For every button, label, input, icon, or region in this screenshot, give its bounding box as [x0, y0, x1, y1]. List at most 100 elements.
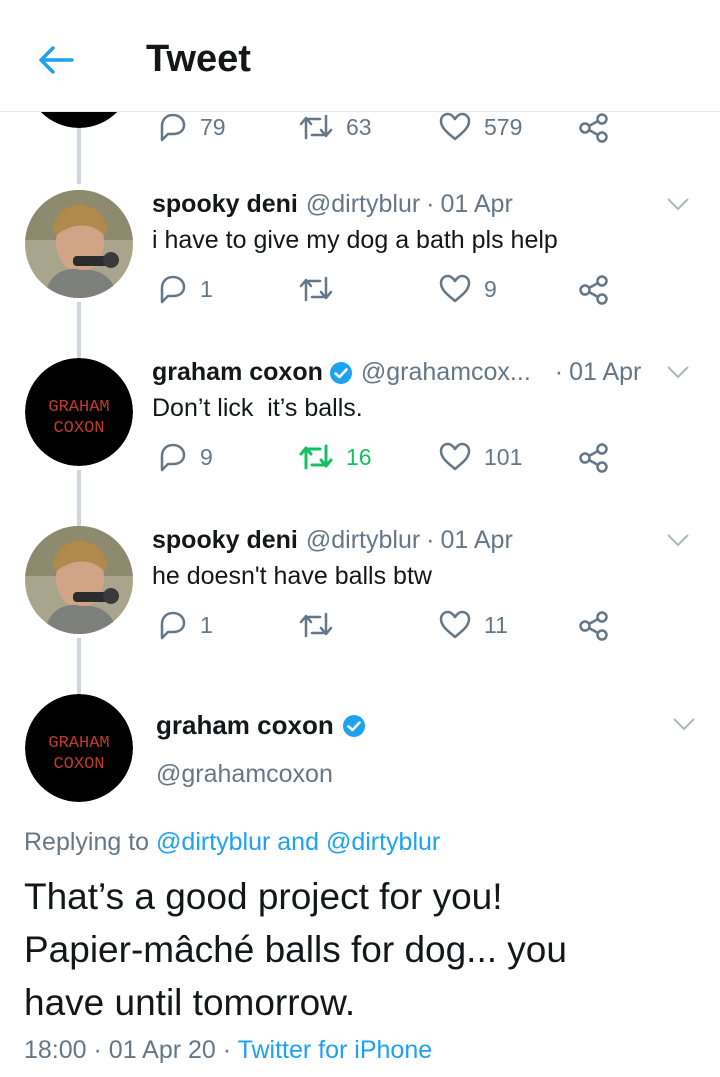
username[interactable]: @dirtyblur: [306, 190, 420, 219]
tweet-header: graham coxon @grahamcox... · 01 Apr: [152, 358, 641, 387]
verified-badge-icon: [329, 361, 352, 384]
back-button[interactable]: [34, 38, 78, 82]
tweet-actions: 1 11: [152, 610, 632, 650]
heart-icon: [439, 610, 471, 639]
username[interactable]: @grahamcoxon: [156, 760, 333, 789]
thread-connector: [77, 126, 81, 184]
share-button[interactable]: [578, 610, 610, 642]
reply-mention-link[interactable]: @dirtyblur: [156, 828, 270, 856]
page-title: Tweet: [146, 38, 251, 80]
like-count: 579: [484, 113, 523, 140]
reply-button[interactable]: 1: [156, 610, 213, 640]
separator-dot: ·: [426, 526, 435, 554]
reply-and-link[interactable]: and: [277, 828, 319, 856]
share-icon: [579, 275, 608, 305]
tweet-source-link[interactable]: Twitter for iPhone: [238, 1036, 433, 1064]
like-count: 11: [484, 611, 508, 638]
like-button[interactable]: 101: [438, 442, 522, 472]
tweet-date: 01 Apr: [440, 190, 513, 218]
top-bar: Tweet: [0, 0, 720, 112]
retweet-icon: [299, 276, 333, 302]
chevron-down-icon[interactable]: [664, 190, 692, 218]
tweet-actions: 1 9: [152, 274, 632, 314]
tweet-date: 01 Apr 20: [108, 1036, 216, 1064]
avatar[interactable]: [25, 190, 133, 298]
like-button[interactable]: 11: [438, 610, 508, 640]
retweet-icon: [299, 444, 333, 470]
retweet-button[interactable]: [298, 610, 346, 640]
reply-button[interactable]: 9: [156, 442, 213, 472]
tweet-actions: 79 63 579: [152, 112, 632, 152]
retweet-button[interactable]: 63: [298, 112, 372, 142]
username[interactable]: @grahamcox...: [361, 358, 531, 387]
display-name[interactable]: spooky deni: [152, 526, 298, 555]
reply-icon: [160, 113, 186, 142]
thread-connector: [77, 302, 81, 358]
heart-icon: [439, 442, 471, 471]
avatar[interactable]: GRAHAM COXON: [25, 358, 133, 466]
thread-connector: [77, 470, 81, 526]
like-button[interactable]: 9: [438, 274, 497, 304]
logo-line-2: COXON: [53, 419, 104, 438]
avatar[interactable]: [25, 526, 133, 634]
reply-icon: [160, 611, 186, 640]
tweet-text: he doesn't have balls btw: [152, 562, 432, 590]
avatar[interactable]: GRAHAM COXON: [25, 694, 133, 802]
replying-prefix: Replying to: [24, 828, 150, 856]
tweet-text-line: have until tomorrow.: [24, 982, 356, 1023]
thread-connector: [77, 638, 81, 694]
display-name[interactable]: graham coxon: [156, 710, 334, 741]
chevron-down-icon[interactable]: [664, 526, 692, 554]
share-icon: [579, 113, 608, 143]
tweet-header: spooky deni @dirtyblur · 01 Apr: [152, 526, 513, 555]
tweet-meta: 18:00 · 01 Apr 20 · Twitter for iPhone: [24, 1036, 432, 1065]
display-name[interactable]: spooky deni: [152, 190, 298, 219]
verified-badge-icon: [342, 714, 365, 737]
heart-icon: [439, 112, 471, 141]
separator-dot: ·: [426, 190, 435, 218]
username[interactable]: @dirtyblur: [306, 526, 420, 555]
tweet-text: i have to give my dog a bath pls help: [152, 226, 558, 254]
tweet-date: 01 Apr: [440, 526, 513, 554]
retweet-button[interactable]: [298, 274, 346, 304]
logo-line-1: GRAHAM: [48, 734, 109, 753]
separator-dot: ·: [222, 1036, 238, 1064]
retweet-icon: [299, 114, 333, 140]
like-button[interactable]: 579: [438, 112, 522, 142]
reply-mention-link[interactable]: @dirtyblur: [326, 828, 440, 856]
chevron-down-icon[interactable]: [664, 358, 692, 386]
reply-icon: [160, 443, 186, 472]
reply-button[interactable]: 79: [156, 112, 226, 142]
reply-count: 1: [200, 611, 213, 638]
main-tweet-author: graham coxon: [156, 710, 366, 741]
retweet-count: 16: [346, 443, 372, 470]
tweet-text-line: Papier-mâché balls for dog... you: [24, 929, 567, 970]
heart-icon: [439, 274, 471, 303]
reply-icon: [160, 275, 186, 304]
retweet-icon: [299, 612, 333, 638]
chevron-down-icon[interactable]: [670, 710, 698, 738]
back-arrow-icon: [39, 46, 74, 74]
tweet-text-line: That’s a good project for you!: [24, 876, 503, 917]
like-count: 101: [484, 443, 523, 470]
tweet-text: Don’t lick it’s balls.: [152, 394, 363, 422]
separator-dot: ·: [93, 1036, 109, 1064]
retweet-button[interactable]: 16: [298, 442, 372, 472]
display-name[interactable]: graham coxon: [152, 358, 323, 387]
tweet-actions: 9 16 101: [152, 442, 632, 482]
tweet-header: spooky deni @dirtyblur · 01 Apr: [152, 190, 513, 219]
separator-dot: ·: [554, 358, 564, 386]
like-count: 9: [484, 275, 497, 302]
tweet-time: 18:00: [24, 1036, 87, 1064]
share-icon: [579, 611, 608, 641]
main-tweet-text: That’s a good project for you! Papier-mâ…: [24, 870, 704, 1029]
logo-line-1: GRAHAM: [48, 398, 109, 417]
share-button[interactable]: [578, 442, 610, 474]
logo-line-2: COXON: [53, 755, 104, 774]
reply-button[interactable]: 1: [156, 274, 213, 304]
retweet-count: 63: [346, 113, 372, 140]
tweet-date: 01 Apr: [569, 358, 642, 386]
share-button[interactable]: [578, 274, 610, 306]
share-button[interactable]: [578, 112, 610, 144]
replying-to: Replying to @dirtyblur and @dirtyblur: [24, 828, 440, 857]
